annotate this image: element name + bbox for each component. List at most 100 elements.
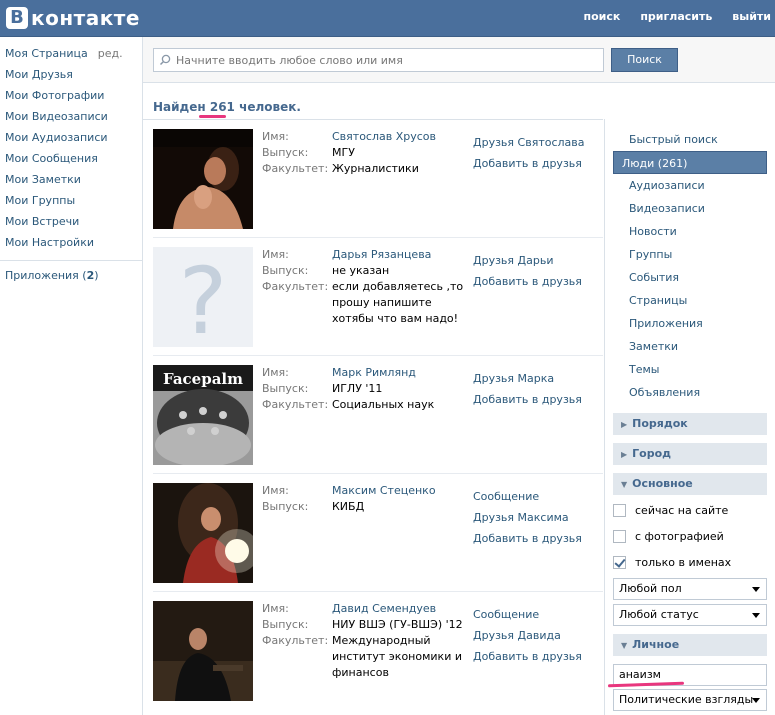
search-input[interactable]: Начните вводить любое слово или имя (153, 48, 604, 72)
results-list: Имя: Святослав Хрусов Выпуск: МГУ Факульте… (143, 119, 603, 710)
add-friend-link[interactable]: Добавить в друзья (473, 528, 582, 549)
triangle-right-icon: ▶ (621, 450, 628, 459)
user-photo[interactable] (153, 601, 253, 701)
friends-of-link[interactable]: Друзья Максима (473, 507, 582, 528)
friends-of-link[interactable]: Друзья Марка (473, 368, 582, 389)
right-menu-news[interactable]: Новости (613, 220, 767, 243)
dropdown-arrow-icon (752, 613, 760, 618)
menu-my-audio[interactable]: Мои Аудиозаписи (0, 129, 142, 150)
user-name-link[interactable]: Марк Римлянд (332, 365, 474, 381)
user-name-link[interactable]: Давид Семендуев (332, 601, 474, 617)
menu-my-videos[interactable]: Мои Видеозаписи (0, 108, 142, 129)
names-checkbox-row[interactable]: только в именах (613, 549, 767, 575)
name-label: Имя: (262, 366, 289, 379)
user-photo[interactable] (153, 129, 253, 229)
gender-value: Любой пол (619, 582, 682, 595)
online-checkbox-row[interactable]: сейчас на сайте (613, 497, 767, 523)
political-views-select[interactable]: Политические взгляды (613, 689, 767, 711)
add-friend-link[interactable]: Добавить в друзья (473, 153, 585, 174)
edit-link[interactable]: ред. (98, 47, 123, 60)
user-faculty: Международный институт экономики и финан… (332, 634, 462, 679)
top-header: В контакте поиск пригласить выйти (0, 0, 775, 37)
menu-my-events[interactable]: Мои Встречи (0, 213, 142, 234)
right-menu-groups[interactable]: Группы (613, 243, 767, 266)
user-photo[interactable]: Facepalm (153, 365, 253, 465)
section-personal[interactable]: ▼ Личное (613, 634, 767, 656)
user-fields: Имя: Максим Стеценко Выпуск: КИБД (262, 483, 474, 515)
apps-close: ) (94, 269, 99, 282)
grad-label: Выпуск: (262, 146, 309, 159)
top-nav: поиск пригласить выйти (563, 10, 771, 23)
user-name-link[interactable]: Дарья Рязанцева (332, 247, 474, 263)
faculty-label: Факультет: (262, 398, 329, 411)
menu-my-page[interactable]: Моя Страница ред. (0, 45, 142, 66)
friends-of-link[interactable]: Друзья Давида (473, 625, 582, 646)
search-placeholder: Начните вводить любое слово или имя (176, 53, 403, 67)
user-fields: Имя: Святослав Хрусов Выпуск: МГУ Факульте… (262, 129, 474, 177)
message-link[interactable]: Сообщение (473, 604, 582, 625)
vk-logo[interactable]: В контакте (6, 5, 140, 31)
name-label: Имя: (262, 484, 289, 497)
add-friend-link[interactable]: Добавить в друзья (473, 646, 582, 667)
dropdown-arrow-icon (752, 698, 760, 703)
friends-of-link[interactable]: Друзья Святослава (473, 132, 585, 153)
online-label: сейчас на сайте (635, 503, 729, 517)
grad-label: Выпуск: (262, 500, 309, 513)
menu-my-friends[interactable]: Мои Друзья (0, 66, 142, 87)
right-menu-topics[interactable]: Темы (613, 358, 767, 381)
right-menu-apps[interactable]: Приложения (613, 312, 767, 335)
photo-checkbox-row[interactable]: с фотографией (613, 523, 767, 549)
add-friend-link[interactable]: Добавить в друзья (473, 271, 582, 292)
right-menu-events[interactable]: События (613, 266, 767, 289)
count-highlight-mark (199, 115, 226, 118)
user-name-link[interactable]: Святослав Хрусов (332, 129, 474, 145)
right-menu-video[interactable]: Видеозаписи (613, 197, 767, 220)
photo-checkbox[interactable] (613, 529, 626, 543)
page: В контакте поиск пригласить выйти Моя Ст… (0, 0, 775, 715)
message-link[interactable]: Сообщение (473, 486, 582, 507)
user-grad: НИУ ВШЭ (ГУ-ВШЭ) '12 (332, 618, 463, 631)
search-button[interactable]: Поиск (611, 48, 678, 72)
user-photo[interactable] (153, 483, 253, 583)
section-basic-label: Основное (632, 477, 693, 490)
user-grad: не указан (332, 264, 390, 277)
triangle-right-icon: ▶ (621, 420, 628, 429)
section-city[interactable]: ▶ Город (613, 443, 767, 465)
menu-applications[interactable]: Приложения (2) (0, 267, 142, 288)
right-menu-audio[interactable]: Аудиозаписи (613, 174, 767, 197)
user-grad: КИБД (332, 500, 365, 513)
menu-my-page-label: Моя Страница (5, 47, 88, 60)
nav-search-link[interactable]: поиск (583, 10, 620, 23)
gender-select[interactable]: Любой пол (613, 578, 767, 600)
menu-my-messages[interactable]: Мои Сообщения (0, 150, 142, 171)
user-grad: ИГЛУ '11 (332, 382, 383, 395)
user-grad: МГУ (332, 146, 355, 159)
menu-my-settings[interactable]: Мои Настройки (0, 234, 142, 255)
friends-of-link[interactable]: Друзья Дарьи (473, 250, 582, 271)
grad-label: Выпуск: (262, 382, 309, 395)
faculty-label: Факультет: (262, 634, 329, 647)
right-menu-quick-search[interactable]: Быстрый поиск (613, 128, 767, 151)
menu-my-photos[interactable]: Мои Фотографии (0, 87, 142, 108)
section-basic[interactable]: ▼ Основное (613, 473, 767, 495)
user-fields: Имя: Марк Римлянд Выпуск: ИГЛУ '11 Факульт… (262, 365, 474, 413)
right-menu-notes[interactable]: Заметки (613, 335, 767, 358)
right-filter-column: Быстрый поиск Люди (261) Аудиозаписи Вид… (604, 119, 775, 715)
user-photo[interactable]: ? (153, 247, 253, 347)
name-label: Имя: (262, 248, 289, 261)
nav-invite-link[interactable]: пригласить (640, 10, 712, 23)
right-menu-people[interactable]: Люди (261) (613, 151, 767, 174)
menu-my-notes[interactable]: Мои Заметки (0, 171, 142, 192)
status-select[interactable]: Любой статус (613, 604, 767, 626)
nav-logout-link[interactable]: выйти (732, 10, 771, 23)
online-checkbox[interactable] (613, 503, 626, 517)
menu-my-groups[interactable]: Мои Группы (0, 192, 142, 213)
section-order[interactable]: ▶ Порядок (613, 413, 767, 435)
add-friend-link[interactable]: Добавить в друзья (473, 389, 582, 410)
right-menu-ads[interactable]: Объявления (613, 381, 767, 404)
logo-text: контакте (31, 6, 140, 30)
names-checkbox[interactable] (613, 555, 626, 569)
faculty-label: Факультет: (262, 162, 329, 175)
right-menu-pages[interactable]: Страницы (613, 289, 767, 312)
user-name-link[interactable]: Максим Стеценко (332, 483, 474, 499)
